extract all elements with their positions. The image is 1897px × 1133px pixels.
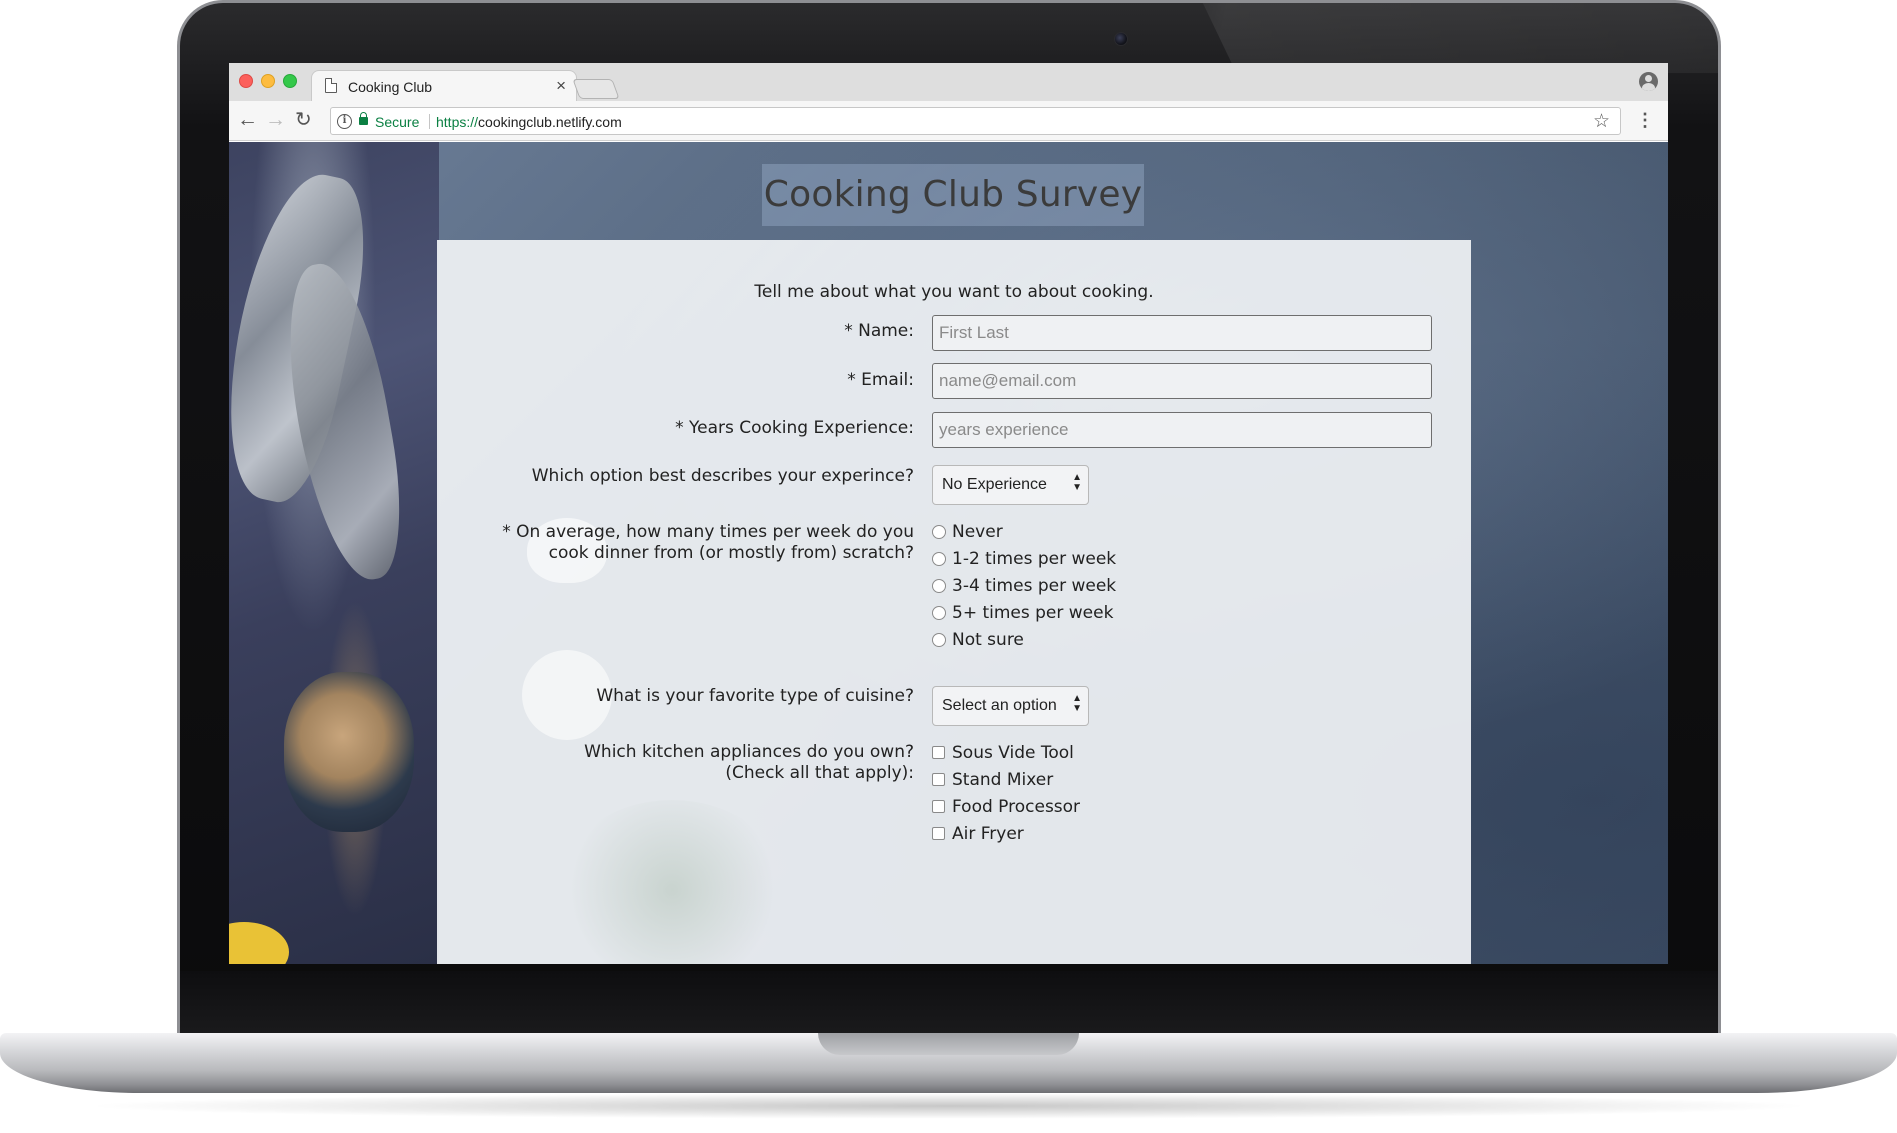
email-input[interactable]	[932, 363, 1432, 399]
frequency-label: * On average, how many times per week do…	[502, 522, 914, 564]
name-label: * Name:	[844, 321, 914, 341]
checkbox[interactable]	[932, 827, 945, 840]
back-arrow-icon[interactable]: ←	[237, 109, 258, 131]
select-arrows-icon: ▲ ▼	[1072, 472, 1082, 493]
radio-button[interactable]	[932, 552, 946, 566]
appliances-label-line1: Which kitchen appliances do you own?	[584, 742, 914, 762]
lemon-image	[229, 922, 289, 964]
appliances-label: Which kitchen appliances do you own? (Ch…	[584, 742, 914, 784]
page-background: Cooking Club Survey Tell me about what y…	[229, 142, 1668, 964]
background-cloth	[229, 142, 439, 964]
laptop-shadow	[80, 1093, 1817, 1119]
browser-toolbar: ← → ↻ i Secure https://cookingclub.netli…	[229, 101, 1668, 141]
tab-bar: Cooking Club ×	[229, 63, 1668, 101]
more-menu-icon[interactable]: ⋮	[1636, 109, 1654, 131]
cuisine-selected: Select an option	[942, 697, 1057, 714]
profile-icon[interactable]	[1639, 72, 1658, 91]
years-label: * Years Cooking Experience:	[675, 418, 914, 438]
address-separator	[429, 114, 430, 129]
cuisine-label: What is your favorite type of cuisine?	[596, 686, 914, 706]
herb-image	[557, 800, 787, 964]
name-input[interactable]	[932, 315, 1432, 351]
experience-selected: No Experience	[942, 476, 1047, 493]
info-icon[interactable]: i	[337, 114, 352, 129]
title-banner: Cooking Club Survey	[762, 164, 1144, 226]
lock-icon	[359, 112, 368, 125]
radio-label: 1-2 times per week	[952, 549, 1117, 569]
radio-label: 5+ times per week	[952, 603, 1114, 623]
checkbox[interactable]	[932, 773, 945, 786]
tab-title: Cooking Club	[348, 79, 433, 95]
radio-button[interactable]	[932, 606, 946, 620]
maximize-window-button[interactable]	[283, 74, 297, 88]
url-text: https://cookingclub.netlify.com	[436, 114, 622, 130]
close-tab-icon[interactable]: ×	[556, 76, 566, 96]
page-title: Cooking Club Survey	[763, 174, 1143, 215]
radio-label: Never	[952, 522, 1003, 542]
minimize-window-button[interactable]	[261, 74, 275, 88]
secure-label: Secure	[375, 114, 420, 130]
jar-image	[284, 672, 414, 832]
checkbox-label: Stand Mixer	[952, 770, 1054, 790]
bezel-bottom	[180, 971, 1718, 1035]
checkbox-label: Air Fryer	[952, 824, 1024, 844]
url-host: cookingclub.netlify.com	[478, 114, 622, 130]
bookmark-star-icon[interactable]: ☆	[1593, 110, 1610, 133]
new-tab-button[interactable]	[572, 79, 620, 99]
frequency-label-line2: cook dinner from (or mostly from) scratc…	[548, 543, 914, 563]
reload-icon[interactable]: ↻	[295, 109, 312, 131]
form-intro: Tell me about what you want to about coo…	[754, 282, 1154, 302]
laptop-notch	[818, 1033, 1079, 1055]
experience-select[interactable]: No Experience ▲ ▼	[932, 465, 1089, 505]
select-arrows-icon: ▲ ▼	[1072, 693, 1082, 714]
url-scheme: https://	[436, 114, 479, 130]
tab-cooking-club[interactable]: Cooking Club ×	[311, 70, 577, 101]
forward-arrow-icon[interactable]: →	[265, 109, 286, 131]
appliances-label-line2: (Check all that apply):	[725, 763, 914, 783]
checkbox[interactable]	[932, 800, 945, 813]
radio-label: 3-4 times per week	[952, 576, 1117, 596]
radio-button[interactable]	[932, 525, 946, 539]
email-label: * Email:	[847, 370, 914, 390]
screen: Cooking Club × ← → ↻ i Secure https://co…	[229, 63, 1668, 964]
checkbox-label: Sous Vide Tool	[952, 743, 1074, 763]
close-window-button[interactable]	[239, 74, 253, 88]
checkbox-label: Food Processor	[952, 797, 1081, 817]
radio-button[interactable]	[932, 579, 946, 593]
frequency-label-line1: * On average, how many times per week do…	[502, 522, 914, 542]
address-bar[interactable]: i Secure https://cookingclub.netlify.com…	[330, 107, 1621, 135]
checkbox[interactable]	[932, 746, 945, 759]
cuisine-select[interactable]: Select an option ▲ ▼	[932, 686, 1089, 726]
experience-label: Which option best describes your experin…	[531, 466, 914, 486]
webcam	[1114, 32, 1128, 46]
years-input[interactable]	[932, 412, 1432, 448]
page-icon	[325, 78, 337, 93]
radio-label: Not sure	[952, 630, 1024, 650]
radio-button[interactable]	[932, 633, 946, 647]
survey-form: Tell me about what you want to about coo…	[437, 240, 1471, 964]
